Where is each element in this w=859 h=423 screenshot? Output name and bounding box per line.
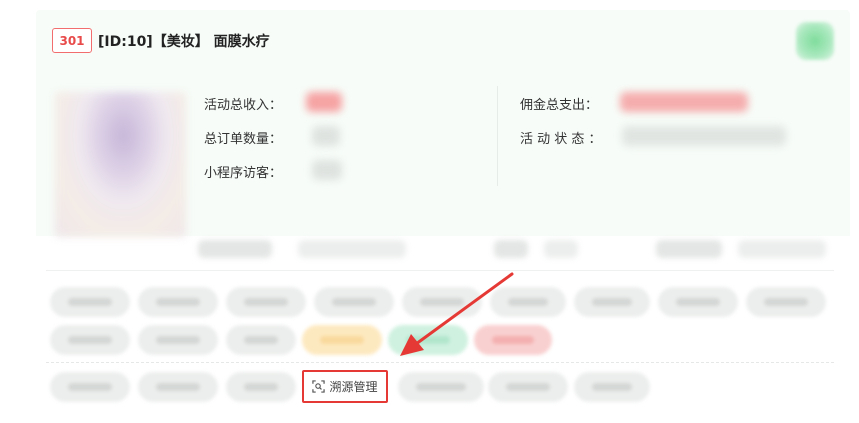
annotation-arrow	[400, 272, 514, 356]
